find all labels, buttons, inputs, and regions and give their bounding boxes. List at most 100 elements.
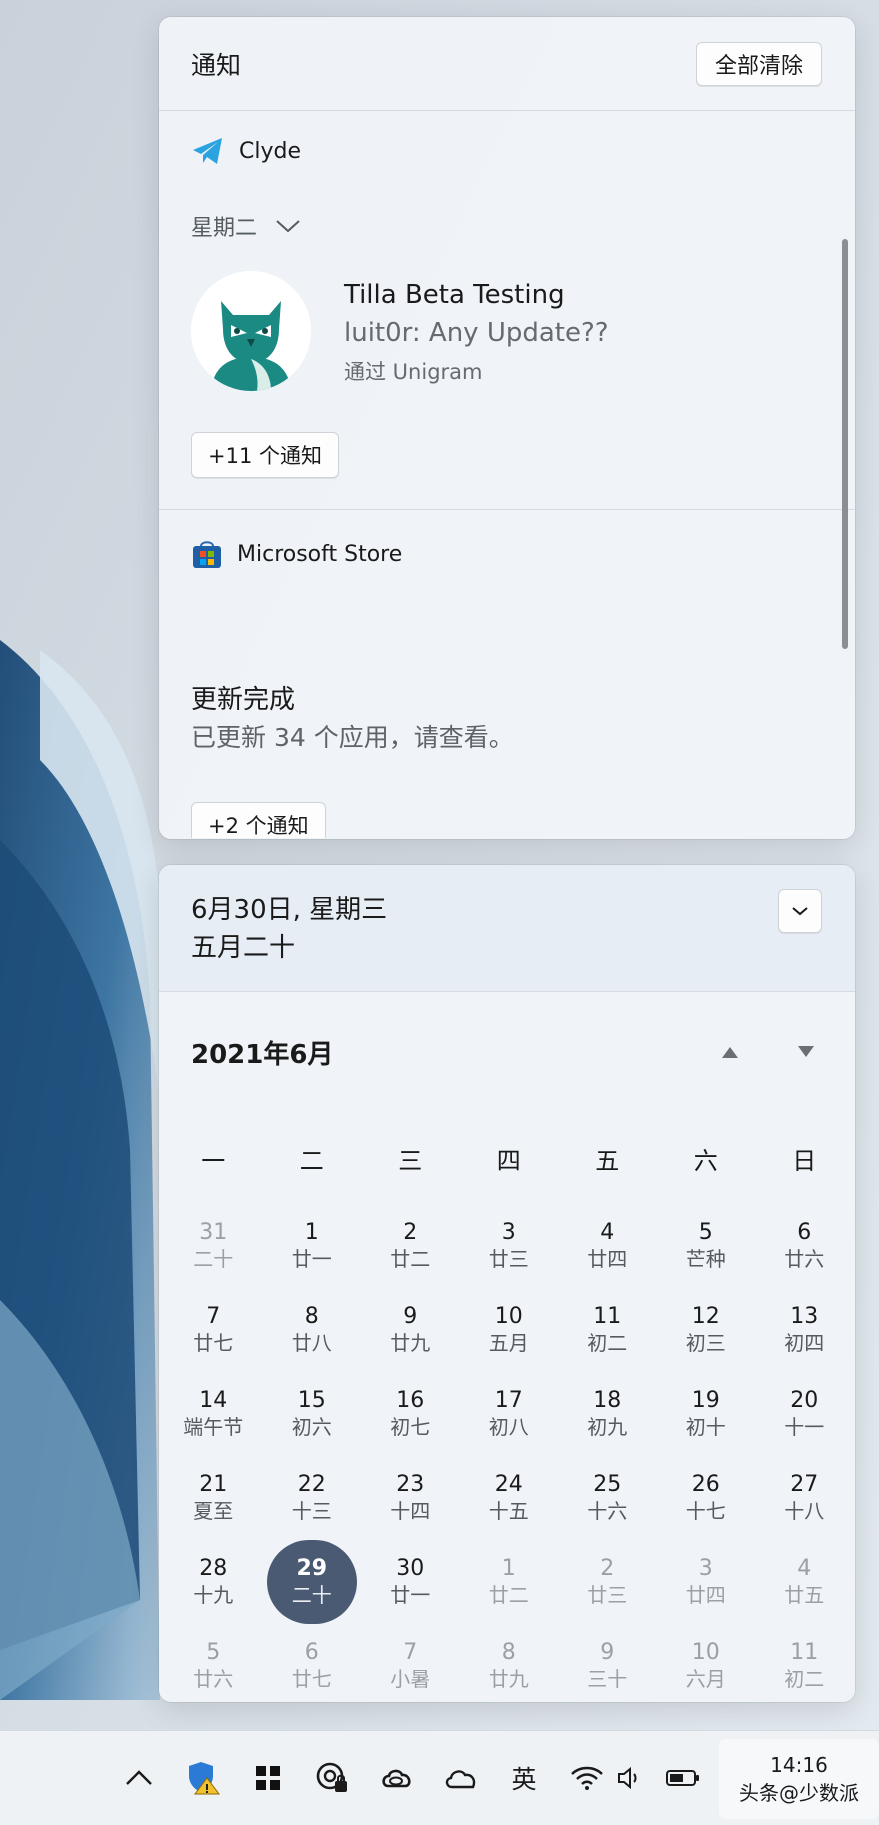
lunar-day: 廿二 <box>390 1247 431 1271</box>
next-month-icon[interactable] <box>797 1045 815 1059</box>
calendar-day[interactable]: 6 廿六 <box>759 1204 850 1288</box>
app-tile-icon[interactable] <box>247 1731 289 1825</box>
calendar-day[interactable]: 31 二十 <box>168 1204 259 1288</box>
notification-title-text: 更新完成 <box>191 685 296 715</box>
calendar-day[interactable]: 1 廿一 <box>267 1204 358 1288</box>
calendar-day[interactable]: 21 夏至 <box>168 1456 259 1540</box>
calendar-day[interactable]: 25 十六 <box>562 1456 653 1540</box>
calendar-day[interactable]: 4 廿五 <box>759 1540 850 1624</box>
wifi-icon[interactable] <box>568 1731 606 1825</box>
day-number: 19 <box>691 1388 720 1413</box>
calendar-day[interactable]: 2 廿二 <box>365 1204 456 1288</box>
lunar-day: 廿七 <box>291 1667 332 1691</box>
current-date: 6月30日, 星期三 <box>191 895 388 925</box>
notification-list[interactable]: Clyde 星期二 Tilla Beta Testing luit0r: Any… <box>159 111 855 838</box>
calendar-day[interactable]: 28 十九 <box>168 1540 259 1624</box>
group-divider <box>159 509 855 510</box>
day-number: 2 <box>403 1220 418 1245</box>
calendar-day[interactable]: 2 廿三 <box>562 1540 653 1624</box>
calendar-day[interactable]: 9 廿九 <box>365 1288 456 1372</box>
notification-item[interactable]: Tilla Beta Testing luit0r: Any Update?? … <box>159 271 855 391</box>
calendar-day[interactable]: 18 初九 <box>562 1372 653 1456</box>
calendar-day[interactable]: 9 三十 <box>562 1624 653 1702</box>
calendar-day[interactable]: 10 六月 <box>661 1624 752 1702</box>
calendar-day[interactable]: 19 初十 <box>661 1372 752 1456</box>
calendar-day-selected[interactable]: 29 二十 <box>266 1540 357 1624</box>
scrollbar-thumb[interactable] <box>842 239 848 649</box>
battery-icon[interactable] <box>662 1731 704 1825</box>
lunar-day: 廿八 <box>291 1331 332 1355</box>
calendar-day[interactable]: 15 初六 <box>267 1372 358 1456</box>
lunar-day: 初八 <box>488 1415 529 1439</box>
lunar-day: 六月 <box>685 1667 726 1691</box>
calendar-day[interactable]: 23 十四 <box>365 1456 456 1540</box>
weekday-label: 三 <box>398 1146 423 1175</box>
calendar-day[interactable]: 3 廿三 <box>464 1204 555 1288</box>
calendar-day[interactable]: 1 廿二 <box>464 1540 555 1624</box>
taskbar-clock[interactable]: 14:16 头条@少数派 <box>719 1739 879 1819</box>
month-label[interactable]: 2021年6月 <box>191 1034 333 1071</box>
onedrive-icon[interactable] <box>438 1731 484 1825</box>
day-number: 28 <box>199 1556 228 1581</box>
more-notifications-button[interactable]: +2 个通知 <box>191 802 326 838</box>
calendar-day[interactable]: 7 廿七 <box>168 1288 259 1372</box>
day-number: 6 <box>797 1220 812 1245</box>
day-number: 4 <box>600 1220 615 1245</box>
calendar-day[interactable]: 10 五月 <box>464 1288 555 1372</box>
lunar-day: 廿三 <box>587 1583 628 1607</box>
calendar-day[interactable]: 11 初二 <box>562 1288 653 1372</box>
lunar-day: 十三 <box>291 1499 332 1523</box>
windows-security-warning-icon[interactable] <box>183 1731 225 1825</box>
calendar-day[interactable]: 24 十五 <box>464 1456 555 1540</box>
notification-item[interactable]: 更新完成 已更新 34 个应用，请查看。 <box>159 680 855 756</box>
calendar-day[interactable]: 26 十七 <box>661 1456 752 1540</box>
day-group-toggle[interactable]: 星期二 <box>159 191 855 261</box>
calendar-day[interactable]: 22 十三 <box>267 1456 358 1540</box>
collapse-calendar-button[interactable] <box>778 889 822 933</box>
weekday-label: 四 <box>496 1146 521 1175</box>
day-number: 1 <box>501 1556 516 1581</box>
clear-all-button[interactable]: 全部清除 <box>695 41 822 86</box>
notification-header: 通知 全部清除 <box>159 17 855 111</box>
lunar-day: 廿六 <box>784 1247 825 1271</box>
lunar-day: 十八 <box>784 1499 825 1523</box>
calendar-day[interactable]: 12 初三 <box>661 1288 752 1372</box>
calendar-day[interactable]: 8 廿八 <box>267 1288 358 1372</box>
creative-cloud-icon[interactable] <box>374 1731 420 1825</box>
lunar-day: 十四 <box>390 1499 431 1523</box>
lunar-day: 初十 <box>685 1415 726 1439</box>
lunar-day: 廿一 <box>390 1583 431 1607</box>
calendar-day[interactable]: 30 廿一 <box>365 1540 456 1624</box>
day-number: 25 <box>593 1472 622 1497</box>
more-notifications-button[interactable]: +11 个通知 <box>191 432 339 478</box>
input-method-indicator[interactable]: 英 <box>504 1731 544 1825</box>
calendar-day[interactable]: 16 初七 <box>365 1372 456 1456</box>
calendar-day[interactable]: 3 廿四 <box>661 1540 752 1624</box>
lunar-day: 夏至 <box>193 1499 234 1523</box>
calendar-day[interactable]: 14 端午节 <box>168 1372 259 1456</box>
day-number: 18 <box>593 1388 622 1413</box>
chevron-up-icon[interactable] <box>118 1731 160 1825</box>
calendar-day[interactable]: 11 初二 <box>759 1624 850 1702</box>
calendar-day[interactable]: 8 廿九 <box>464 1624 555 1702</box>
day-number: 30 <box>396 1556 425 1581</box>
calendar-day[interactable]: 20 十一 <box>759 1372 850 1456</box>
previous-month-icon[interactable] <box>721 1045 739 1059</box>
calendar-day[interactable]: 7 小暑 <box>365 1624 456 1702</box>
calendar-day[interactable]: 4 廿四 <box>562 1204 653 1288</box>
volume-icon[interactable] <box>614 1731 644 1825</box>
lunar-day: 三十 <box>587 1667 628 1691</box>
lunar-day: 廿七 <box>193 1331 234 1355</box>
vpn-lock-icon[interactable] <box>310 1731 354 1825</box>
day-number: 9 <box>403 1304 418 1329</box>
day-number: 6 <box>304 1640 319 1665</box>
telegram-icon <box>191 136 225 166</box>
calendar-day[interactable]: 17 初八 <box>464 1372 555 1456</box>
calendar-day[interactable]: 27 十八 <box>759 1456 850 1540</box>
calendar-day[interactable]: 13 初四 <box>759 1288 850 1372</box>
day-number: 22 <box>297 1472 326 1497</box>
notification-center: 通知 全部清除 Clyde 星期二 Tilla Beta Testing lui… <box>159 17 855 839</box>
calendar-day[interactable]: 5 芒种 <box>661 1204 752 1288</box>
calendar-day[interactable]: 6 廿七 <box>267 1624 358 1702</box>
calendar-day[interactable]: 5 廿六 <box>168 1624 259 1702</box>
